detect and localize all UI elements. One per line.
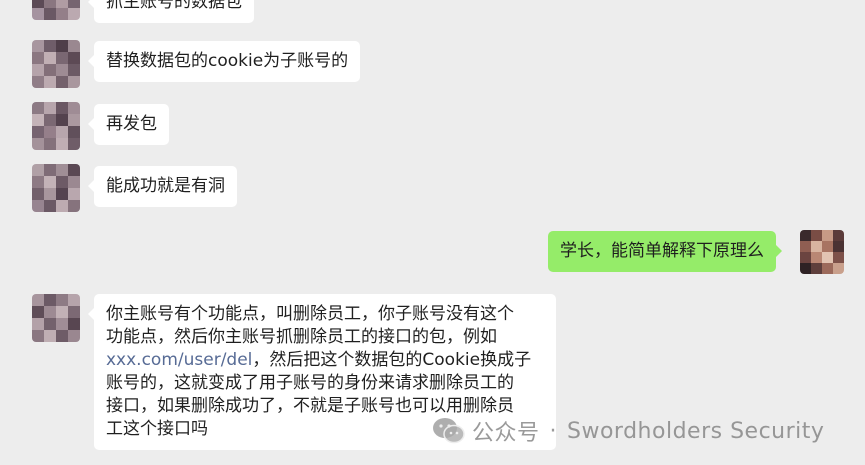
message-line: 功能点，然后你主账号抓删除员工的接口的包，例如 [106, 327, 497, 347]
avatar[interactable] [32, 164, 80, 212]
message-text: 再发包 [106, 114, 157, 134]
watermark: 公众号 · Swordholders Security [432, 415, 824, 447]
message-text: ，然后把这个数据包的Cookie换成子 [252, 350, 532, 370]
avatar[interactable] [32, 0, 80, 20]
message-line: xxx.com/user/del，然后把这个数据包的Cookie换成子 [106, 349, 544, 372]
watermark-name: Swordholders Security [567, 418, 825, 444]
watermark-account: 公众号 [472, 421, 540, 446]
message-bubble[interactable]: 再发包 [88, 104, 169, 145]
message-text: 能成功就是有洞 [106, 176, 225, 196]
message-bubble[interactable]: 能成功就是有洞 [88, 166, 237, 207]
avatar[interactable] [32, 294, 80, 342]
message-line: 账号的，这就变成了用子账号的身份来请求删除员工的 [106, 373, 514, 393]
message-text: 抓主账号的数据包 [106, 0, 242, 12]
message-bubble[interactable]: 替换数据包的cookie为子账号的 [87, 41, 361, 82]
message-bubble[interactable]: 抓主账号的数据包 [88, 0, 254, 23]
watermark-separator: · [549, 418, 558, 444]
avatar-self[interactable] [800, 230, 844, 274]
avatar[interactable] [32, 102, 80, 150]
message-text: 学长，能简单解释下原理么 [560, 241, 764, 261]
message-link[interactable]: xxx.com/user/del [106, 350, 252, 370]
message-line: 你主账号有个功能点，叫删除员工，你子账号没有这个 [106, 304, 514, 324]
wechat-icon [433, 418, 465, 444]
message-bubble-self[interactable]: 学长，能简单解释下原理么 [548, 231, 782, 272]
message-text: 替换数据包的cookie为子账号的 [106, 51, 349, 71]
avatar[interactable] [32, 40, 80, 88]
